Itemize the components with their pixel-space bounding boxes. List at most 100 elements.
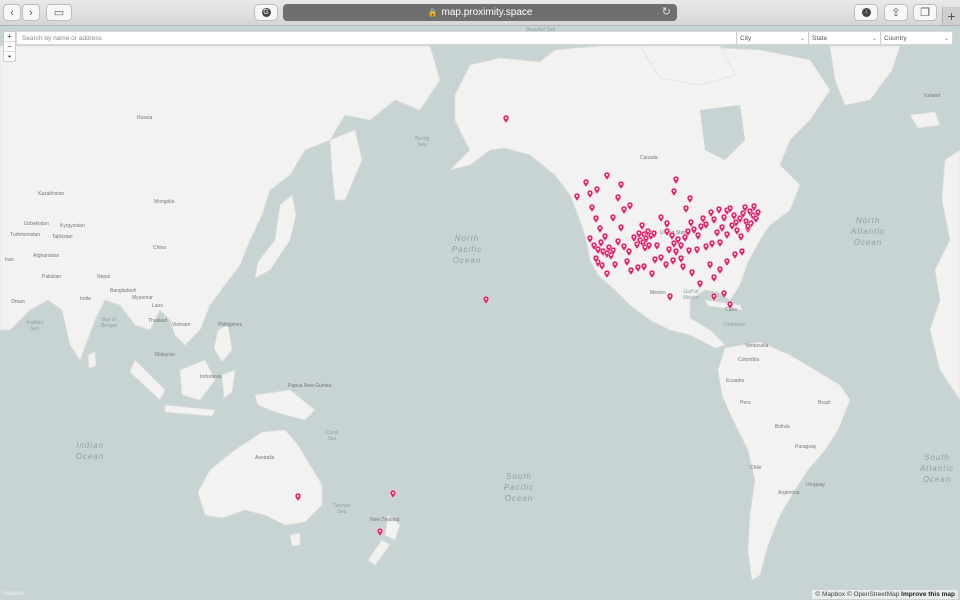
location-pin-icon[interactable] xyxy=(683,205,689,213)
location-pin-icon[interactable] xyxy=(695,232,701,240)
country-select[interactable]: Country ⌄ xyxy=(880,32,952,44)
location-pin-icon[interactable] xyxy=(663,261,669,269)
zoom-controls: + − • xyxy=(3,31,16,62)
location-pin-icon[interactable] xyxy=(597,225,603,233)
tabs-button[interactable]: ❐ xyxy=(913,4,937,21)
location-pin-icon[interactable] xyxy=(604,172,610,180)
location-pin-icon[interactable] xyxy=(707,261,713,269)
extension-button[interactable]: G xyxy=(254,4,278,21)
location-pin-icon[interactable] xyxy=(593,215,599,223)
location-pin-icon[interactable] xyxy=(667,293,673,301)
location-pin-icon[interactable] xyxy=(678,255,684,263)
location-pin-icon[interactable] xyxy=(697,280,703,288)
location-pin-icon[interactable] xyxy=(717,266,723,274)
location-pin-icon[interactable] xyxy=(503,115,509,123)
location-pin-icon[interactable] xyxy=(626,248,632,256)
search-input[interactable] xyxy=(17,32,736,44)
back-button[interactable]: ‹ xyxy=(3,4,21,21)
reset-north-button[interactable]: • xyxy=(4,52,15,61)
location-pin-icon[interactable] xyxy=(703,243,709,251)
location-pin-icon[interactable] xyxy=(377,528,383,536)
location-pin-icon[interactable] xyxy=(689,269,695,277)
location-pin-icon[interactable] xyxy=(721,290,727,298)
location-pin-icon[interactable] xyxy=(587,190,593,198)
location-pin-icon[interactable] xyxy=(729,222,735,230)
location-pin-icon[interactable] xyxy=(711,216,717,224)
location-pin-icon[interactable] xyxy=(641,263,647,271)
location-pin-icon[interactable] xyxy=(687,195,693,203)
chevron-down-icon: ⌄ xyxy=(871,35,877,42)
location-pin-icon[interactable] xyxy=(295,493,301,501)
tabs-icon: ❐ xyxy=(920,7,930,19)
chevron-down-icon: ⌄ xyxy=(943,35,949,42)
location-pin-icon[interactable] xyxy=(618,224,624,232)
browser-toolbar: ‹ › ▭ G 🔒 map.proximity.space ↻ ↓ ⇪ ❐ + xyxy=(0,0,960,26)
location-pin-icon[interactable] xyxy=(583,179,589,187)
location-pin-icon[interactable] xyxy=(717,239,723,247)
zoom-in-button[interactable]: + xyxy=(4,32,15,42)
location-pin-icon[interactable] xyxy=(678,242,684,250)
location-pin-icon[interactable] xyxy=(694,246,700,254)
sidebar-icon: ▭ xyxy=(53,7,65,19)
location-pin-icon[interactable] xyxy=(594,186,600,194)
location-pin-icon[interactable] xyxy=(666,246,672,254)
location-pin-icon[interactable] xyxy=(721,214,727,222)
location-pin-icon[interactable] xyxy=(610,247,616,255)
city-select[interactable]: City ⌄ xyxy=(736,32,808,44)
state-select-label: State xyxy=(812,34,828,42)
location-pin-icon[interactable] xyxy=(610,214,616,222)
location-pin-icon[interactable] xyxy=(711,274,717,282)
location-pin-icon[interactable] xyxy=(664,220,670,228)
location-pin-icon[interactable] xyxy=(483,296,489,304)
location-pin-icon[interactable] xyxy=(615,194,621,202)
downloads-button[interactable]: ↓ xyxy=(854,4,878,21)
location-pin-icon[interactable] xyxy=(703,221,709,229)
mapbox-logo[interactable]: mapbox xyxy=(3,591,24,597)
location-pin-icon[interactable] xyxy=(390,490,396,498)
location-pin-icon[interactable] xyxy=(680,263,686,271)
location-pin-icon[interactable] xyxy=(627,202,633,210)
location-pin-icon[interactable] xyxy=(649,270,655,278)
location-pin-icon[interactable] xyxy=(658,254,664,262)
state-select[interactable]: State ⌄ xyxy=(808,32,880,44)
location-pin-icon[interactable] xyxy=(589,204,595,212)
location-pin-icon[interactable] xyxy=(709,240,715,248)
location-pin-icon[interactable] xyxy=(751,203,757,211)
location-pin-icon[interactable] xyxy=(646,242,652,250)
share-button[interactable]: ⇪ xyxy=(884,4,908,21)
location-pin-icon[interactable] xyxy=(612,261,618,269)
location-pin-icon[interactable] xyxy=(686,247,692,255)
location-pin-icon[interactable] xyxy=(673,176,679,184)
improve-map-link[interactable]: Improve this map xyxy=(901,591,955,598)
location-pin-icon[interactable] xyxy=(739,248,745,256)
location-pin-icon[interactable] xyxy=(670,257,676,265)
sidebar-toggle-button[interactable]: ▭ xyxy=(46,4,72,21)
location-pin-icon[interactable] xyxy=(654,242,660,250)
location-pin-icon[interactable] xyxy=(658,214,664,222)
forward-button[interactable]: › xyxy=(22,4,40,21)
chevron-down-icon: ⌄ xyxy=(799,35,805,42)
location-pin-icon[interactable] xyxy=(724,258,730,266)
location-pin-icon[interactable] xyxy=(593,255,599,263)
location-pin-icon[interactable] xyxy=(628,267,634,275)
location-pin-icon[interactable] xyxy=(624,258,630,266)
location-pin-icon[interactable] xyxy=(732,251,738,259)
location-pin-icon[interactable] xyxy=(745,223,751,231)
reload-icon[interactable]: ↻ xyxy=(662,5,671,18)
map-canvas[interactable]: Russia Kazakhstan Mongolia Uzbekistan Kyrgyz… xyxy=(0,26,960,600)
location-pin-icon[interactable] xyxy=(652,256,658,264)
location-pin-icon[interactable] xyxy=(574,193,580,201)
attribution-text[interactable]: © Mapbox © OpenStreetMap xyxy=(815,591,899,598)
address-bar[interactable]: 🔒 map.proximity.space ↻ xyxy=(283,4,677,21)
location-pin-icon[interactable] xyxy=(727,301,733,309)
pin-layer xyxy=(0,26,960,600)
new-tab-button[interactable]: + xyxy=(942,7,960,25)
location-pin-icon[interactable] xyxy=(716,206,722,214)
location-pin-icon[interactable] xyxy=(724,231,730,239)
location-pin-icon[interactable] xyxy=(618,181,624,189)
location-pin-icon[interactable] xyxy=(671,188,677,196)
location-pin-icon[interactable] xyxy=(651,230,657,238)
zoom-out-button[interactable]: − xyxy=(4,42,15,52)
location-pin-icon[interactable] xyxy=(604,270,610,278)
location-pin-icon[interactable] xyxy=(711,293,717,301)
